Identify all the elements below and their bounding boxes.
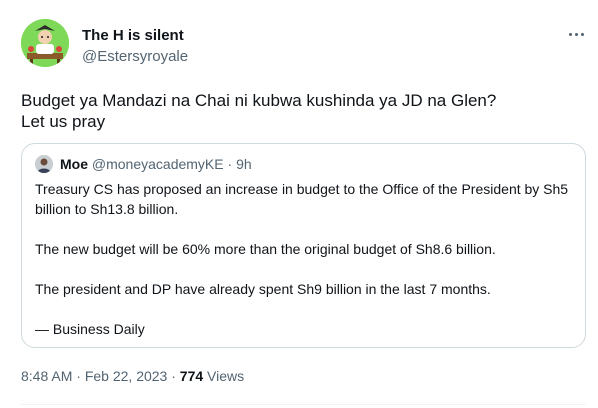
footer-separator: ·	[76, 368, 81, 384]
quoted-paragraph: — Business Daily	[35, 321, 145, 337]
quoted-paragraph: The new budget will be 60% more than the…	[35, 241, 496, 257]
quoted-author-handle: @moneyacademyKE	[91, 156, 224, 172]
quoted-tweet-time: 9h	[236, 156, 252, 172]
quoted-tweet-header: Moe @moneyacademyKE · 9h	[60, 155, 252, 173]
author-handle[interactable]: @Estersyroyale	[82, 48, 188, 66]
tweet-line: Budget ya Mandazi na Chai ni kubwa kushi…	[21, 91, 497, 110]
tweet-footer: 8:48 AM · Feb 22, 2023 · 774 Views	[21, 366, 244, 386]
views-count: 774	[179, 368, 204, 384]
tweet-time[interactable]: 8:48 AM	[21, 368, 72, 384]
tweet-line: Let us pray	[21, 112, 106, 131]
views-label: Views	[207, 368, 245, 384]
profile-photo-icon	[35, 155, 53, 173]
tweet-date[interactable]: Feb 22, 2023	[85, 368, 168, 384]
quoted-tweet-card[interactable]: Moe @moneyacademyKE · 9h Treasury CS has…	[21, 143, 586, 348]
quoted-paragraph: Treasury CS has proposed an increase in …	[35, 181, 569, 217]
more-options-icon[interactable]	[566, 26, 588, 42]
footer-separator: ·	[171, 368, 176, 384]
quoted-paragraph: The president and DP have already spent …	[35, 281, 491, 297]
author-display-name[interactable]: The H is silent	[82, 27, 184, 45]
cartoon-avatar-icon	[21, 19, 69, 67]
divider	[21, 404, 586, 405]
author-avatar[interactable]	[21, 19, 69, 67]
tweet-text: Budget ya Mandazi na Chai ni kubwa kushi…	[21, 90, 581, 132]
quoted-author-name: Moe	[60, 156, 88, 172]
quoted-author-avatar	[35, 155, 53, 173]
quoted-tweet-body: Treasury CS has proposed an increase in …	[35, 179, 575, 339]
